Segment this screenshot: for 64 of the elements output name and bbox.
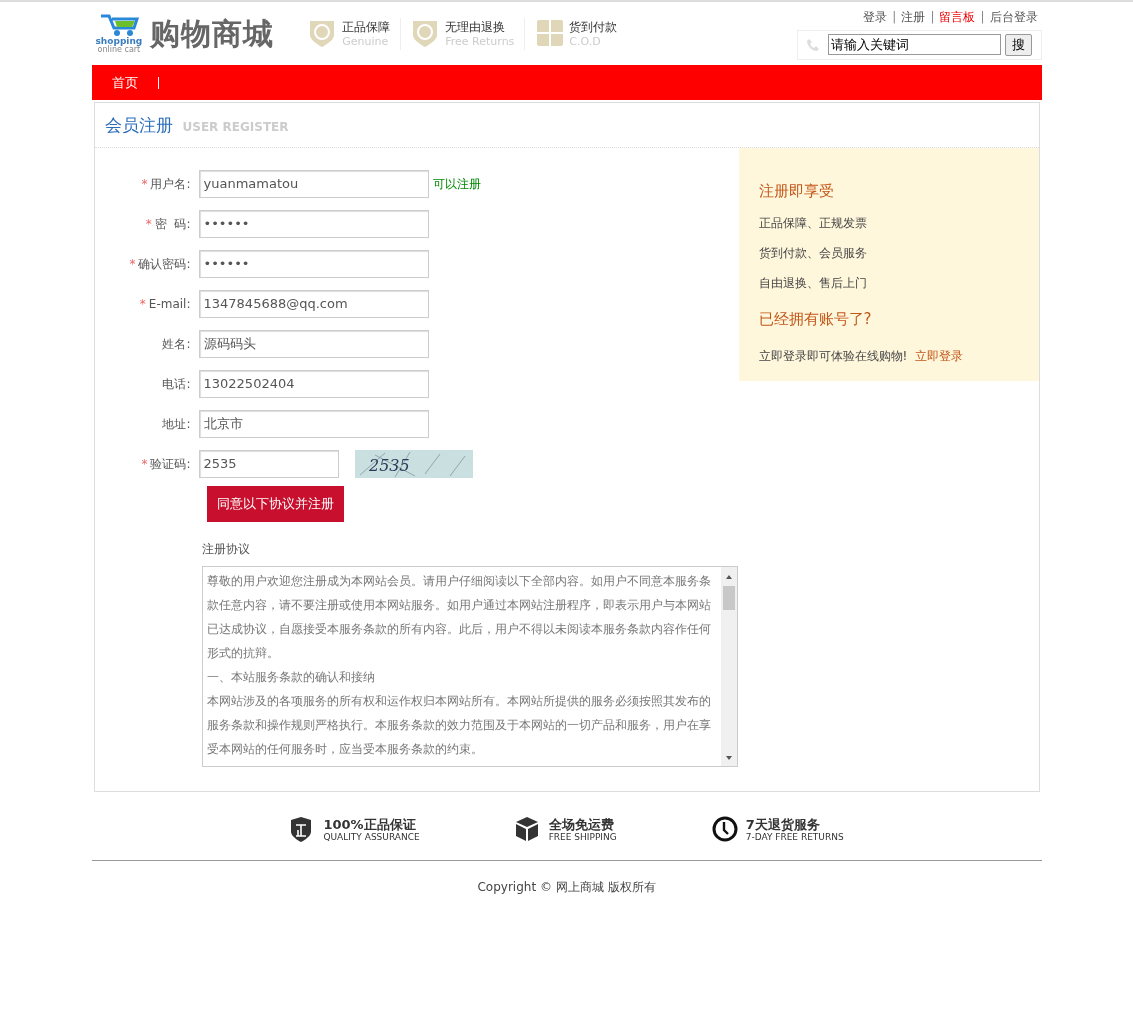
field-label: 姓名: (162, 336, 191, 351)
header-link[interactable]: 后台登录 (989, 7, 1038, 26)
password-field[interactable]: •••••• (198, 209, 429, 238)
feature-subtitle: 7-DAY FREE RETURNS (745, 831, 844, 843)
separator: | (892, 8, 897, 26)
benefit-item: 货到付款、会员服务 (758, 245, 868, 262)
field-label: E-mail: (148, 296, 191, 311)
feature-title: 7天退货服务 (745, 816, 821, 832)
required-mark: * (129, 256, 136, 271)
required-mark: * (145, 216, 152, 231)
agreement-text: 本网站涉及的各项服务的所有权和运作权归本网站所有。本网站所提供的服务必须按照其发布的服务条款和操作规则严格执行。本服务条款的效力范围及于本网站的一切产品和服务，用户在享受本网站的任何服务时，应当受本服务条款的约束。 (206, 692, 712, 758)
required-mark: * (141, 456, 148, 471)
feature-title: 全场免运费 (548, 816, 615, 832)
captcha-image: 2535 (354, 449, 473, 478)
nav-link[interactable]: 首页 (91, 72, 158, 93)
promise-title: 货到付款 (569, 19, 618, 35)
promise-title: 无理由退换 (445, 19, 507, 35)
benefit-item: 自由退换、售后上门 (758, 275, 868, 292)
benefit-item: 正品保障、正规发票 (758, 215, 868, 232)
search-button[interactable]: 搜 (1004, 33, 1032, 56)
page-title: 会员注册 (104, 115, 173, 135)
availability-note: 可以注册 (432, 175, 481, 193)
clock-icon (711, 815, 738, 844)
input-field[interactable]: yuanmamatou (198, 169, 429, 198)
scrollbar-thumb[interactable] (722, 586, 735, 610)
separator: | (930, 8, 935, 26)
header-link[interactable]: 登录 (863, 7, 888, 26)
separator: | (980, 8, 985, 26)
copyright-text: Copyright © 网上商城 版权所有 (477, 879, 656, 894)
field-label: 确认密码: (138, 256, 191, 271)
login-link[interactable]: 立即登录 (915, 348, 964, 363)
required-mark: * (139, 296, 146, 311)
search-field[interactable]: 请输入关键词 (827, 34, 1001, 55)
phone-icon (805, 37, 820, 52)
header-link[interactable]: 留言板 (939, 7, 976, 26)
benefits-title: 注册即享受 (758, 180, 835, 202)
header-link[interactable]: 注册 (901, 7, 926, 26)
input-field[interactable]: 北京市 (198, 409, 429, 438)
box-icon (514, 815, 541, 844)
field-label: 用户名: (150, 176, 191, 191)
input-field[interactable]: 2535 (198, 449, 339, 478)
field-label: 电话: (162, 376, 191, 391)
required-mark: * (141, 176, 148, 191)
cart-icon (98, 13, 139, 37)
promise-title: 正品保障 (342, 19, 391, 35)
input-field[interactable]: 源码码头 (198, 329, 429, 358)
logo-title: 购物商城 (150, 15, 275, 53)
feature-title: 100%正品保证 (323, 816, 417, 832)
field-label: 密 码: (154, 216, 191, 231)
input-field[interactable]: 13022502404 (198, 369, 429, 398)
login-title: 已经拥有账号了? (758, 309, 873, 330)
field-label: 地址: (162, 416, 191, 431)
login-text: 立即登录即可体验在线购物! (758, 348, 908, 363)
register-button[interactable]: 同意以下协议并注册 (206, 485, 344, 522)
agreement-text: 一、本站服务条款的确认和接纳 (206, 668, 376, 686)
agreement-title: 注册协议 (201, 540, 251, 558)
input-field[interactable]: 1347845688@qq.com (198, 289, 429, 318)
agreement-text: 尊敬的用户欢迎您注册成为本网站会员。请用户仔细阅读以下全部内容。如用户不同意本服务条款任意内容，请不要注册或使用本网站服务。如用户通过本网站注册程序，即表示用户与本网站已达成协议，自愿接受本服务条款的所有内容。此后，用户不得以未阅读本服务条款内容作任何形式的抗辩。 (206, 572, 712, 662)
logo-subcaption: online cart (97, 46, 141, 54)
feature-subtitle: FREE SHIPPING (548, 831, 617, 843)
feature-subtitle: QUALITY ASSURANCE (323, 831, 420, 843)
field-label: 验证码: (150, 456, 191, 471)
logo-caption: shopping (95, 37, 143, 46)
password-field[interactable]: •••••• (198, 249, 429, 278)
